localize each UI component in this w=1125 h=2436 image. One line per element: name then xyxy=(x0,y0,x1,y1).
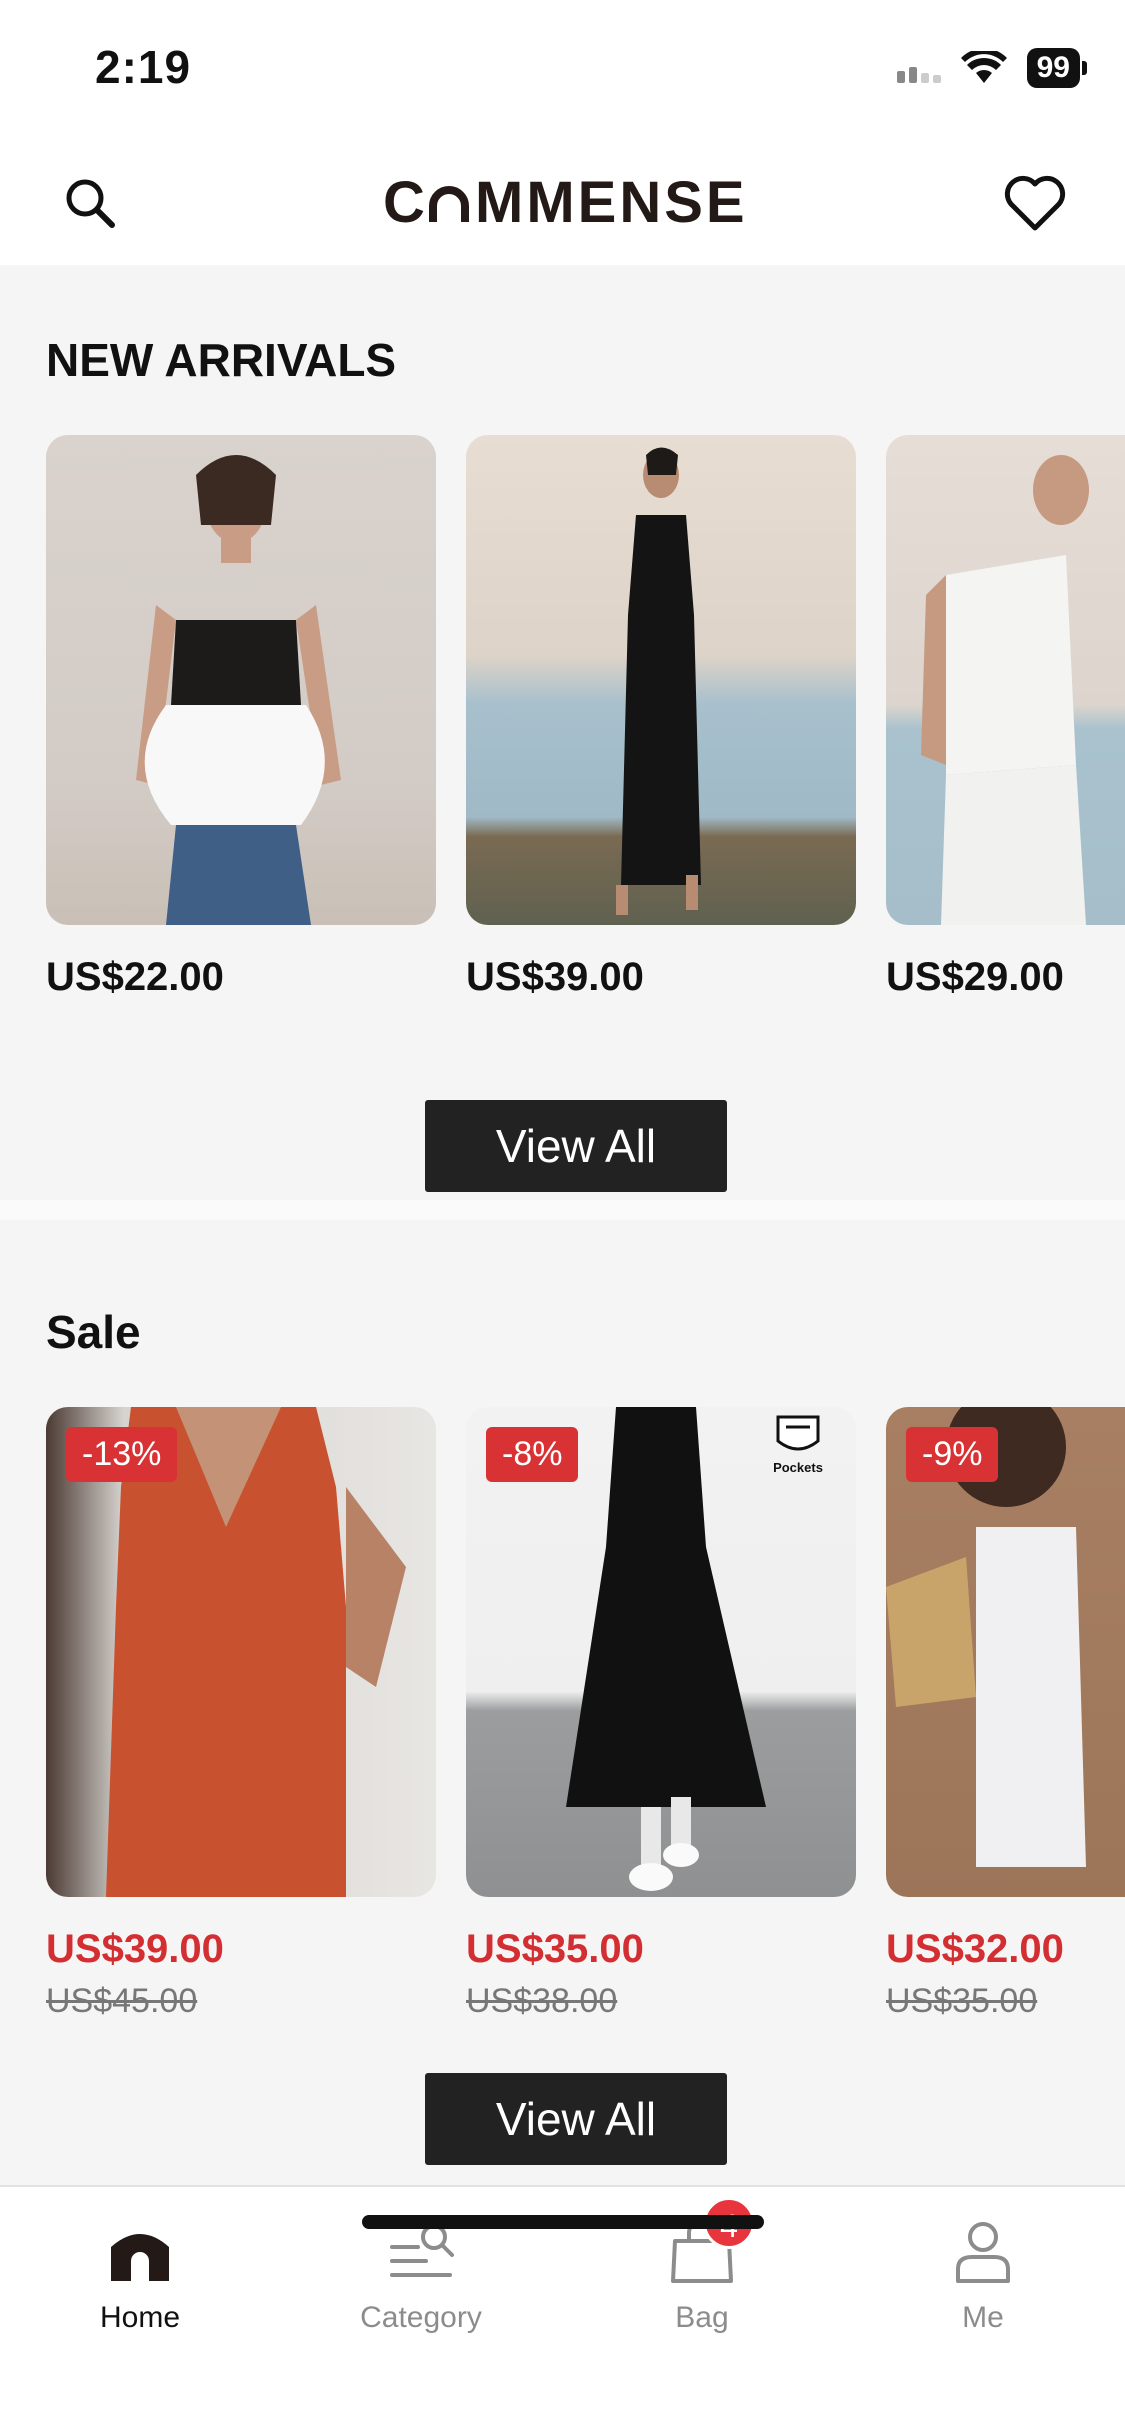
tab-home-label: Home xyxy=(99,2301,181,2334)
tab-me-label: Me xyxy=(962,2301,1004,2334)
home-content[interactable]: NEW ARRIVALS US$22.00 US$39.00 US$29.00 … xyxy=(0,265,1125,2185)
product-image[interactable] xyxy=(46,435,436,925)
sale-product-card[interactable]: -8% Pockets US$35.00 US$38.00 xyxy=(466,1407,856,2021)
product-image[interactable] xyxy=(886,435,1125,925)
tab-me[interactable]: Me xyxy=(883,2217,1083,2335)
original-price: US$35.00 xyxy=(886,1982,1038,2020)
discount-badge: -13% xyxy=(66,1427,178,1482)
status-time: 2:19 xyxy=(95,41,192,93)
app-header: C MMENSE xyxy=(0,140,1125,265)
new-arrivals-title: NEW ARRIVALS xyxy=(46,334,397,386)
tab-category[interactable]: Category xyxy=(321,2217,521,2335)
pockets-label: Pockets xyxy=(773,1460,823,1475)
pockets-tag: Pockets xyxy=(770,1413,826,1475)
product-image[interactable] xyxy=(466,435,856,925)
status-bar: 2:19 99 xyxy=(0,0,1125,140)
home-icon xyxy=(105,2217,175,2287)
original-price: US$45.00 xyxy=(46,1982,198,2020)
battery-icon: 99 xyxy=(1026,48,1088,88)
person-icon xyxy=(948,2217,1018,2287)
discount-badge: -9% xyxy=(906,1427,999,1482)
sale-product-card[interactable]: -9% US$32.00 US$35.00 xyxy=(886,1407,1125,2021)
pocket-icon xyxy=(776,1415,820,1451)
product-image[interactable]: -9% xyxy=(886,1407,1125,1897)
brand-logo[interactable]: C MMENSE xyxy=(0,170,1125,246)
wifi-icon xyxy=(960,51,1007,83)
sale-title: Sale xyxy=(46,1306,141,1358)
tab-bag-label: Bag xyxy=(675,2301,729,2334)
view-all-sale-button[interactable]: View All xyxy=(425,2073,727,2165)
status-icons: 99 xyxy=(896,48,1088,88)
tab-category-label: Category xyxy=(360,2301,482,2334)
tab-bag[interactable]: 4 Bag xyxy=(602,2197,802,2335)
view-all-new-arrivals-button[interactable]: View All xyxy=(425,1100,727,1192)
sale-price: US$39.00 xyxy=(46,1927,224,1971)
signal-icon xyxy=(896,53,941,83)
battery-level: 99 xyxy=(1036,51,1070,84)
product-price: US$29.00 xyxy=(886,955,1064,995)
product-card[interactable]: US$39.00 xyxy=(466,435,856,995)
sale-rail[interactable]: -13% US$39.00 US$45.00 -8% Pockets US$35… xyxy=(46,1407,1125,2047)
new-arrivals-rail[interactable]: US$22.00 US$39.00 US$29.00 xyxy=(46,435,1125,995)
section-divider xyxy=(0,1200,1125,1220)
sale-price: US$35.00 xyxy=(466,1927,644,1971)
product-card[interactable]: US$29.00 xyxy=(886,435,1125,995)
sale-product-card[interactable]: -13% US$39.00 US$45.00 xyxy=(46,1407,436,2021)
product-price: US$39.00 xyxy=(466,955,644,995)
home-indicator xyxy=(362,2215,764,2229)
svg-text:C: C xyxy=(383,170,428,232)
heart-icon[interactable] xyxy=(1000,168,1070,238)
product-card[interactable]: US$22.00 xyxy=(46,435,436,995)
original-price: US$38.00 xyxy=(466,1982,618,2020)
discount-badge: -8% xyxy=(486,1427,579,1482)
svg-text:MMENSE: MMENSE xyxy=(475,170,743,232)
product-price: US$22.00 xyxy=(46,955,224,995)
product-image[interactable]: -8% Pockets xyxy=(466,1407,856,1897)
product-image[interactable]: -13% xyxy=(46,1407,436,1897)
sale-price: US$32.00 xyxy=(886,1927,1064,1971)
tab-home[interactable]: Home xyxy=(40,2217,240,2335)
